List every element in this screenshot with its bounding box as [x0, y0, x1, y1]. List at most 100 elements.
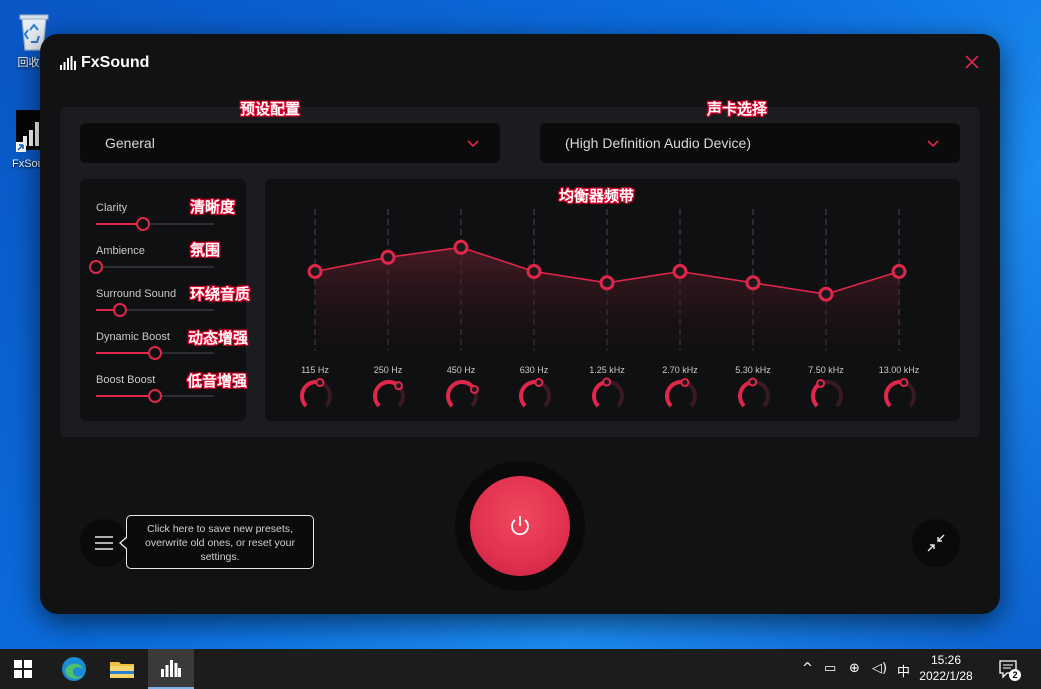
dynamic-boost-slider[interactable]	[96, 346, 214, 360]
start-button[interactable]	[0, 649, 46, 689]
eq-band-dial-5[interactable]	[663, 377, 699, 413]
eq-band-point-0[interactable]	[307, 264, 323, 279]
eq-band-label-8: 13.00 kHz	[878, 365, 920, 375]
notification-center-button[interactable]: 2	[998, 658, 1021, 681]
eq-band-label-5: 2.70 kHz	[662, 365, 698, 375]
notification-count-badge: 2	[1009, 669, 1021, 681]
bass-boost-slider-handle[interactable]	[148, 389, 162, 403]
preset-value: General	[105, 135, 155, 151]
annotation-eq: 均衡器频带	[559, 187, 635, 205]
taskbar-file-explorer[interactable]	[99, 649, 145, 689]
eq-band-point-5[interactable]	[672, 264, 688, 279]
tooltip-line-3: settings.	[200, 551, 240, 563]
eq-band-dial-7[interactable]	[809, 377, 845, 413]
eq-band-dial-handle-2[interactable]	[469, 384, 479, 394]
chevron-down-icon	[927, 140, 939, 148]
power-icon	[511, 516, 529, 536]
chevron-down-icon	[467, 140, 479, 148]
clock[interactable]: 15:26 2022/1/28	[911, 652, 981, 684]
equalizer-panel: 115 Hz 250 Hz 450 Hz 630 Hz 1.25 kHz 2.70 kHz…	[265, 179, 960, 421]
eq-band-dial-handle-5[interactable]	[680, 378, 690, 388]
show-hidden-icons-chevron-icon[interactable]: ^	[802, 661, 813, 676]
effect-label-clarity: Clarity	[96, 202, 128, 214]
taskbar: ^ ▭ ⊕ ◁) 中 15:26 2022/1/28 2	[0, 649, 1041, 689]
eq-band-point-8[interactable]	[891, 264, 907, 279]
eq-band-dial-fill-2	[446, 380, 477, 408]
dynamic-boost-slider-fill	[96, 352, 155, 354]
power-button-ring	[455, 461, 585, 591]
eq-band-dial-handle-7[interactable]	[816, 379, 826, 389]
clarity-slider-handle[interactable]	[136, 217, 150, 231]
eq-band-dial-handle-6[interactable]	[748, 377, 758, 387]
network-globe-icon[interactable]: ⊕	[849, 661, 860, 676]
app-title: FxSound	[81, 54, 150, 71]
eq-band-label-4: 1.25 kHz	[589, 365, 625, 375]
eq-band-dial-handle-4[interactable]	[602, 377, 612, 387]
eq-band-dial-8[interactable]	[882, 377, 918, 413]
preset-dropdown[interactable]: General	[80, 123, 500, 163]
minimize-view-button[interactable]	[912, 519, 960, 567]
fxsound-taskbar-icon	[161, 660, 181, 677]
taskbar-edge[interactable]	[51, 649, 97, 689]
bass-boost-slider-fill	[96, 395, 155, 397]
eq-band-label-2: 450 Hz	[446, 365, 476, 375]
eq-band-label-1: 250 Hz	[373, 365, 403, 375]
eq-band-dial-0[interactable]	[298, 377, 334, 413]
eq-band-dial-1[interactable]	[371, 377, 407, 413]
edge-browser-icon	[62, 657, 86, 681]
fxsound-logo-icon	[60, 56, 76, 70]
effect-label-dynamic-boost: Dynamic Boost	[96, 331, 170, 343]
tooltip-line-1: Click here to save new presets,	[147, 523, 293, 535]
annotation-device: 声卡选择	[707, 100, 768, 118]
eq-band-dial-4[interactable]	[590, 377, 626, 413]
dynamic-boost-slider-handle[interactable]	[148, 346, 162, 360]
menu-tooltip: Click here to save new presets, overwrit…	[119, 515, 314, 569]
eq-band-dial-handle-8[interactable]	[899, 378, 909, 388]
eq-band-dial-3[interactable]	[517, 377, 553, 413]
collapse-arrows-icon	[927, 534, 945, 552]
annotation-clarity: 清晰度	[190, 198, 236, 216]
eq-band-point-2[interactable]	[453, 239, 469, 255]
eq-band-dial-handle-0[interactable]	[315, 378, 325, 388]
close-icon[interactable]	[964, 54, 980, 70]
hamburger-menu-icon	[95, 536, 113, 550]
power-button[interactable]	[470, 476, 570, 576]
annotation-surround: 环绕音质	[190, 285, 251, 303]
app-logo: FxSound	[60, 54, 149, 72]
eq-band-label-6: 5.30 kHz	[735, 365, 771, 375]
volume-speaker-icon[interactable]: ◁)	[872, 661, 887, 676]
power-battery-icon[interactable]: ▭	[824, 661, 836, 676]
annotation-ambience: 氛围	[190, 241, 221, 259]
surround-slider[interactable]	[96, 303, 214, 317]
eq-band-point-1[interactable]	[380, 249, 396, 265]
surround-slider-handle[interactable]	[113, 303, 127, 317]
taskbar-fxsound[interactable]	[148, 649, 194, 689]
fxsound-window: FxSound General (High Definition Audio D…	[40, 34, 1000, 614]
tooltip-line-2: overwrite old ones, or reset your	[145, 537, 295, 549]
eq-band-point-6[interactable]	[745, 275, 761, 291]
eq-band-dial-handle-3[interactable]	[534, 378, 544, 388]
eq-band-dial-6[interactable]	[736, 377, 772, 413]
annotation-dynamic: 动态增强	[188, 329, 249, 347]
eq-band-label-3: 630 Hz	[519, 365, 549, 375]
ambience-slider[interactable]	[89, 260, 214, 274]
ime-indicator[interactable]: 中	[897, 661, 910, 680]
eq-band-label-7: 7.50 kHz	[808, 365, 844, 375]
folder-icon	[110, 662, 134, 678]
eq-band-label-0: 115 Hz	[301, 365, 329, 375]
eq-band-point-3[interactable]	[526, 264, 542, 279]
clarity-slider[interactable]	[96, 217, 214, 231]
eq-band-point-7[interactable]	[818, 286, 834, 302]
annotation-bass: 低音增强	[187, 372, 248, 390]
bass-boost-slider[interactable]	[96, 389, 214, 403]
device-value: (High Definition Audio Device)	[565, 135, 751, 151]
eq-band-dial-handle-1[interactable]	[394, 381, 404, 391]
eq-band-dial-2[interactable]	[444, 377, 480, 413]
clock-date: 2022/1/28	[919, 669, 973, 683]
effect-label-ambience: Ambience	[96, 245, 145, 257]
windows-logo-icon	[14, 660, 32, 678]
device-dropdown[interactable]: (High Definition Audio Device)	[540, 123, 960, 163]
ambience-slider-handle[interactable]	[89, 260, 103, 274]
clock-time: 15:26	[930, 653, 962, 667]
eq-band-point-4[interactable]	[599, 275, 615, 291]
